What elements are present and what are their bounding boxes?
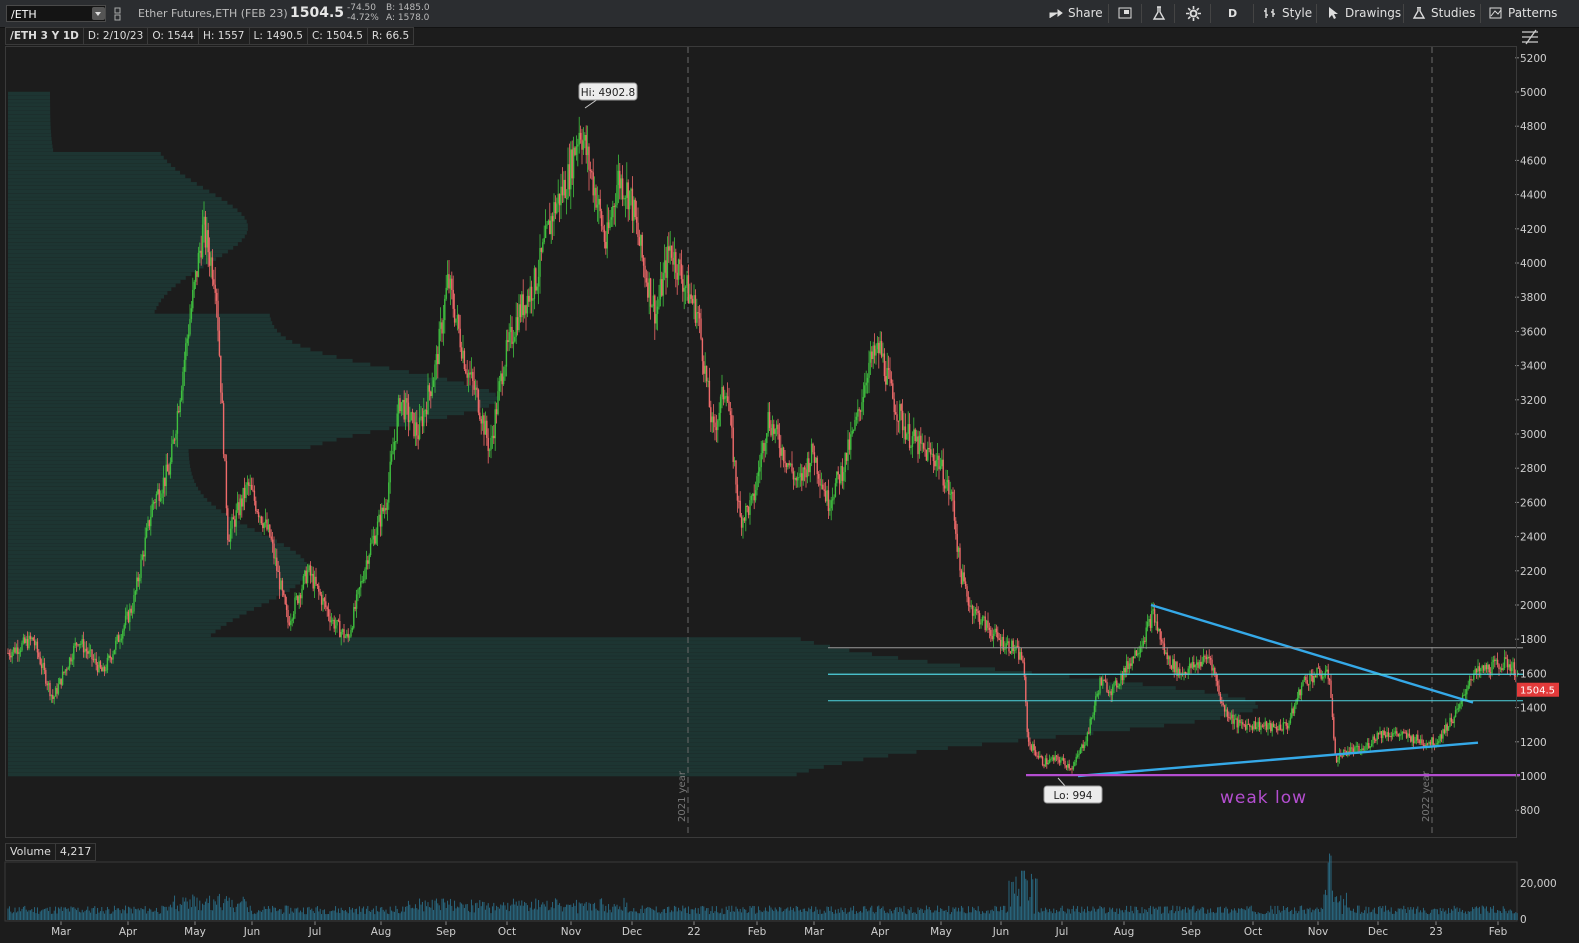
price-tick-label: 2200	[1520, 566, 1547, 578]
volume-header: Volume 4,217	[5, 843, 97, 861]
price-tick-label: 5200	[1520, 53, 1547, 65]
price-tick-label: 4200	[1520, 224, 1547, 236]
price-tick-label: 1000	[1520, 771, 1547, 783]
time-tick-label: Mar	[51, 926, 71, 938]
volume-tick-label: 20,000	[1520, 878, 1557, 890]
price-tick-label: 3000	[1520, 429, 1547, 441]
time-tick-label: Jun	[243, 926, 260, 938]
time-tick-label: Aug	[371, 926, 392, 938]
price-tick-label: 1600	[1520, 668, 1547, 680]
time-tick-label: Sep	[436, 926, 456, 938]
price-axis: 800 1000 1200 1400 1600 1800 2000 2200 2400 2600 2…	[1515, 53, 1559, 817]
time-tick-label: Feb	[1489, 926, 1508, 938]
time-axis: Mar Apr May Jun Jul Aug Sep Oct Nov Dec 22 Feb Mar Ap…	[51, 921, 1508, 938]
price-tick-label: 3600	[1520, 326, 1547, 338]
price-tick-label: 3400	[1520, 361, 1547, 373]
time-tick-label: May	[184, 926, 206, 938]
time-tick-label: Jul	[308, 926, 322, 938]
time-tick-label: Oct	[1244, 926, 1262, 938]
price-tick-label: 2400	[1520, 532, 1547, 544]
price-tick-label: 2000	[1520, 600, 1547, 612]
price-tick-label: 1800	[1520, 634, 1547, 646]
axis-collapse-icon[interactable]	[1522, 29, 1538, 45]
price-tick-label: 1400	[1520, 703, 1547, 715]
time-tick-label: Jun	[992, 926, 1009, 938]
price-tick-label: 4600	[1520, 155, 1547, 167]
price-tick-label: 2600	[1520, 497, 1547, 509]
price-tick-label: 4800	[1520, 121, 1547, 133]
price-pane-border	[5, 46, 1517, 838]
price-tick-label: 4400	[1520, 190, 1547, 202]
time-tick-label: Dec	[622, 926, 643, 938]
time-tick-label: Nov	[561, 926, 582, 938]
last-price-label: 1504.5	[1520, 686, 1555, 697]
price-tick-label: 2800	[1520, 463, 1547, 475]
price-tick-label: 3800	[1520, 292, 1547, 304]
price-tick-label: 5000	[1520, 87, 1547, 99]
volume-label: Volume	[5, 843, 56, 861]
time-tick-label: Sep	[1181, 926, 1201, 938]
time-tick-label: Nov	[1308, 926, 1329, 938]
price-tick-label: 800	[1520, 805, 1540, 817]
volume-histogram: 20,000 0	[4, 853, 1557, 926]
time-tick-label: Apr	[871, 926, 890, 938]
time-tick-label: Dec	[1368, 926, 1389, 938]
time-tick-label: Jul	[1055, 926, 1069, 938]
time-tick-label: Oct	[498, 926, 516, 938]
time-tick-label: 23	[1429, 926, 1442, 938]
time-tick-label: Mar	[804, 926, 824, 938]
time-tick-label: Apr	[119, 926, 138, 938]
volume-tick-zero: 0	[1520, 914, 1527, 926]
price-tick-label: 3200	[1520, 395, 1547, 407]
volume-value: 4,217	[55, 843, 97, 861]
price-tick-label: 4000	[1520, 258, 1547, 270]
price-tick-label: 1200	[1520, 737, 1547, 749]
time-tick-label: 22	[687, 926, 700, 938]
time-tick-label: May	[930, 926, 952, 938]
time-tick-label: Feb	[748, 926, 767, 938]
time-tick-label: Aug	[1114, 926, 1135, 938]
